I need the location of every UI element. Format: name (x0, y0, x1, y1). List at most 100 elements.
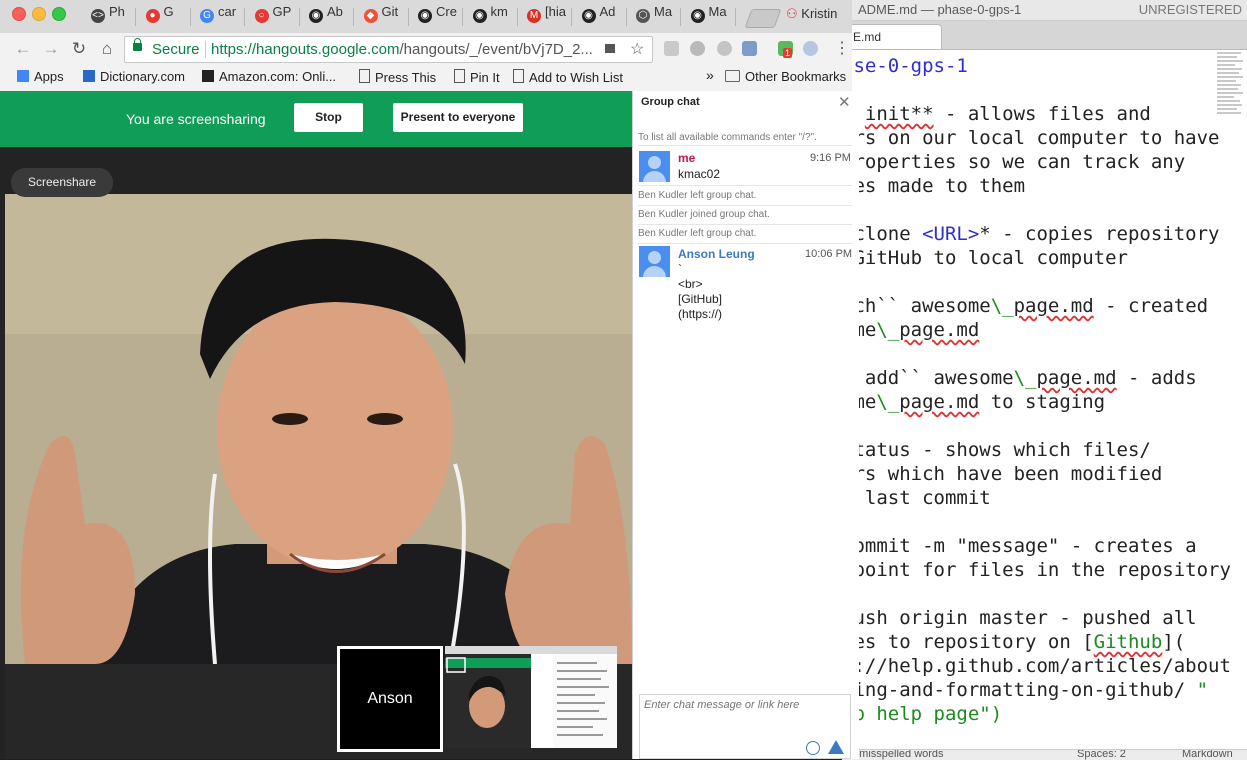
editor-code-area[interactable]: ase-0-gps-1 t init** - allows files ander… (842, 54, 1231, 726)
code-line: properties so we can track any (842, 151, 1186, 173)
browser-tab-label: Git (381, 4, 399, 19)
bookmark-item[interactable]: Apps (17, 69, 64, 84)
extension-badge: 1 (783, 48, 793, 58)
stop-button[interactable]: Stop (294, 103, 363, 132)
record-icon: ● (145, 9, 160, 23)
browser-tab[interactable]: ◆ Git (356, 4, 409, 30)
browser-tab[interactable]: ○ GP (247, 4, 300, 30)
code-line: ers on our local computer to have (842, 127, 1220, 149)
page-icon (454, 69, 465, 83)
minimize-window-button[interactable] (32, 7, 46, 21)
page-icon (359, 69, 370, 83)
github-icon: ◉ (472, 9, 487, 23)
chat-bubble-icon[interactable] (690, 41, 705, 56)
browser-tab[interactable]: ◉ Ma (683, 4, 736, 30)
code-icon: <> (91, 9, 105, 23)
unregistered-label: UNREGISTERED (1138, 2, 1242, 17)
code-line: GitHub to local computer (842, 247, 1128, 269)
bookmark-item[interactable]: Pin It (454, 69, 500, 85)
message-sender: Anson Leung (678, 247, 755, 261)
code-line: s://help.github.com/articles/about (842, 655, 1231, 677)
browser-tab-label: GP (272, 4, 292, 19)
menu-dots-icon[interactable]: ⋮ (834, 38, 850, 58)
chat-input-box[interactable] (639, 694, 851, 759)
address-bar[interactable]: Secure https://hangouts.google.com/hango… (124, 36, 653, 63)
bookmark-item[interactable]: Dictionary.com (83, 69, 185, 84)
browser-tab[interactable]: <> Ph (83, 4, 136, 30)
secure-label: Secure (152, 41, 200, 58)
message-text: kmac02 (678, 167, 721, 181)
github-icon: ◉ (690, 9, 705, 23)
git-icon: ◆ (363, 9, 378, 23)
forward-button[interactable]: → (42, 40, 60, 58)
message-time: 10:06 PM (805, 248, 853, 260)
search-extension-icon[interactable] (742, 41, 757, 56)
folder-icon (725, 70, 740, 82)
back-button[interactable]: ← (14, 40, 32, 58)
bookmark-item[interactable]: Press This (359, 69, 436, 85)
browser-tab-label: Ad (599, 4, 616, 19)
hangouts-extension-icon[interactable]: 1 (778, 41, 793, 58)
self-preview-tile[interactable] (445, 646, 617, 748)
present-to-everyone-button[interactable]: Present to everyone (393, 103, 523, 132)
github-icon: ◉ (309, 9, 323, 23)
browser-tab[interactable]: M [hia (519, 4, 572, 30)
message-time: 9:16 PM (810, 152, 851, 164)
code-line: ub help page") (842, 703, 1003, 725)
browser-tab[interactable]: ● G (138, 4, 191, 30)
bookmark-star-icon[interactable]: ☆ (630, 37, 644, 62)
reload-button[interactable]: ↻ (70, 40, 88, 58)
message-sender: me (678, 151, 696, 165)
profile-button[interactable]: ⚇ Kristin (786, 6, 837, 22)
code-line: ome\_page.md (842, 319, 980, 341)
emoji-icon[interactable] (806, 741, 820, 755)
github-icon: ◉ (418, 9, 432, 23)
chat-message-input[interactable] (644, 699, 844, 711)
status-syntax[interactable]: Markdown (1182, 750, 1233, 760)
cast-icon[interactable] (664, 41, 679, 56)
browser-tab[interactable]: ⬡ Ma (628, 4, 681, 30)
system-message: Ben Kudler left group chat. (638, 228, 852, 244)
editor-minimap[interactable] (1217, 52, 1245, 122)
editor-title: ADME.md — phase-0-gps-1 (858, 2, 1022, 17)
amazon-icon (202, 70, 214, 82)
browser-tab-label: Ph (109, 4, 125, 19)
expand-icon[interactable] (447, 658, 465, 672)
code-line: e last commit (842, 487, 991, 509)
google-icon: G (200, 9, 214, 23)
browser-tab[interactable]: ◉ km (465, 4, 518, 30)
screensharing-message: You are screensharing (126, 111, 266, 127)
participant-video (5, 194, 632, 664)
code-line: t init** - allows files and (842, 103, 1151, 125)
browser-tab-label: car (218, 4, 237, 19)
maximize-window-button[interactable] (52, 7, 66, 21)
browser-tab-label: Ma (654, 4, 673, 19)
drive-upload-icon[interactable] (828, 740, 844, 754)
browser-tab-label: Ab (327, 4, 343, 19)
bookmark-item[interactable]: Amazon.com: Onli... (202, 69, 336, 84)
close-chat-icon[interactable]: ✕ (838, 93, 851, 111)
home-button[interactable]: ⌂ (98, 40, 116, 58)
bookmarks-overflow-button[interactable]: » (706, 67, 714, 83)
participant-tile[interactable]: Anson (337, 646, 443, 752)
browser-tab[interactable]: ◉ Ad (574, 4, 627, 30)
skype-icon[interactable] (803, 41, 818, 56)
code-line: ase-0-gps-1 (842, 55, 968, 77)
camera-icon[interactable] (605, 44, 615, 53)
close-window-button[interactable] (12, 7, 26, 21)
extension-icon[interactable] (717, 41, 732, 56)
code-line: commit -m "message" - creates a (842, 535, 1197, 557)
status-spaces[interactable]: Spaces: 2 (1077, 750, 1126, 760)
browser-tab-label: km (490, 4, 508, 19)
browser-tab[interactable]: ◉ Cre (410, 4, 463, 30)
editor-status-bar: 7 misspelled words Spaces: 2 Markdown (842, 749, 1247, 760)
code-line: ome\_page.md to staging (842, 391, 1106, 413)
code-line: ting-and-formatting-on-github/ " (842, 679, 1209, 701)
browser-tab[interactable]: ◉ Ab (301, 4, 354, 30)
bookmark-item[interactable]: Add to Wish List (513, 69, 623, 85)
browser-tab[interactable]: Gcar (192, 4, 245, 30)
other-bookmarks[interactable]: Other Bookmarks (725, 69, 846, 84)
